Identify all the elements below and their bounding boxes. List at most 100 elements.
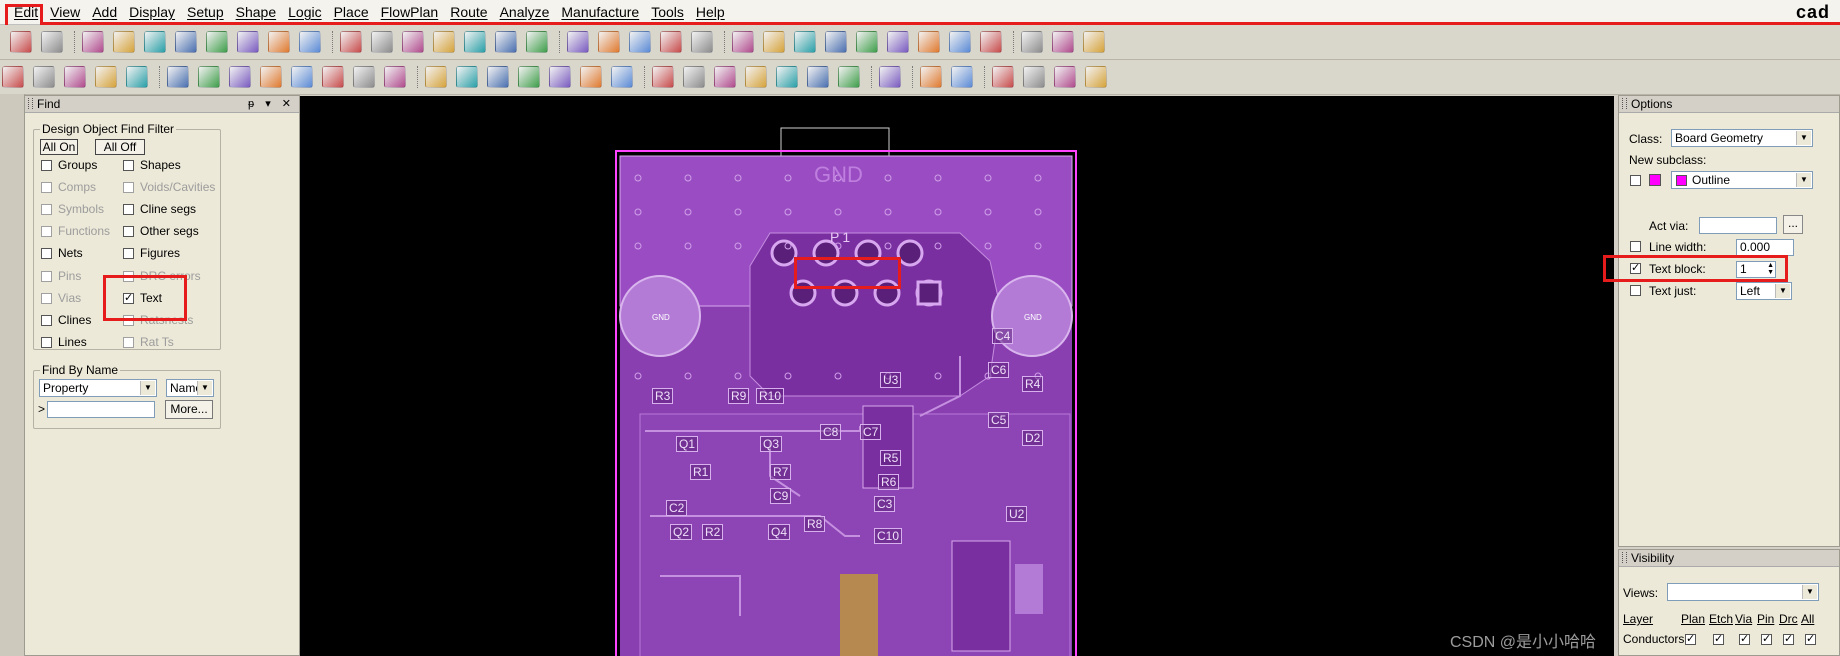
find-name-select[interactable]: Name ▼ (166, 379, 214, 397)
rect-icon[interactable] (549, 66, 571, 88)
help-icon[interactable] (951, 66, 973, 88)
component-q1[interactable]: Q1 (676, 436, 699, 452)
component-q3[interactable]: Q3 (760, 436, 783, 452)
component-r3[interactable]: R3 (652, 388, 674, 404)
text-block-spinner[interactable]: 1 ▲ ▼ (1736, 261, 1776, 278)
grid-icon[interactable] (268, 31, 290, 53)
component-icon[interactable] (260, 66, 282, 88)
filter-text-checkbox[interactable]: ✓ (123, 292, 134, 304)
panel-controls[interactable]: ᵽ ▾ ✕ (248, 96, 295, 112)
component-r5[interactable]: R5 (880, 450, 902, 466)
visibility-conductors-pin-checkbox[interactable]: ✓ (1761, 634, 1772, 645)
component-u2[interactable]: U2 (1006, 506, 1028, 522)
visibility-conductors-plan-checkbox[interactable]: ✓ (1685, 634, 1696, 645)
panel-grip[interactable] (1622, 552, 1627, 563)
menu-route[interactable]: Route (444, 4, 493, 20)
shape-icon[interactable] (33, 66, 55, 88)
copy-icon[interactable] (598, 31, 620, 53)
move-icon[interactable] (567, 31, 589, 53)
filter-shapes-checkbox[interactable] (123, 160, 134, 171)
save-icon[interactable] (1021, 31, 1043, 53)
filter-figures-checkbox[interactable] (123, 248, 134, 260)
component-c6[interactable]: C6 (988, 362, 1010, 378)
menu-analyze[interactable]: Analyze (494, 4, 556, 20)
shape-icon[interactable] (1023, 66, 1045, 88)
gear-icon[interactable] (464, 31, 486, 53)
info-icon[interactable] (371, 31, 393, 53)
component-c2[interactable]: C2 (666, 500, 688, 516)
rect-icon[interactable] (64, 66, 86, 88)
open-icon[interactable] (495, 31, 517, 53)
text-just-select[interactable]: Left ▼ (1736, 282, 1792, 300)
text-icon[interactable] (887, 31, 909, 53)
info-icon[interactable] (856, 31, 878, 53)
menu-add[interactable]: Add (86, 4, 123, 20)
component-c3[interactable]: C3 (874, 496, 896, 512)
outline-icon[interactable] (167, 66, 189, 88)
filter-other-segs-checkbox[interactable] (123, 226, 134, 238)
save-icon[interactable] (41, 31, 63, 53)
component-r7[interactable]: R7 (770, 464, 792, 480)
swap-icon[interactable] (322, 66, 344, 88)
panel-grip[interactable] (28, 98, 33, 109)
component-r4[interactable]: R4 (1022, 376, 1044, 392)
help-icon[interactable] (456, 66, 478, 88)
dimension-icon[interactable] (229, 66, 251, 88)
circle-icon[interactable] (95, 66, 117, 88)
open-icon[interactable] (980, 31, 1002, 53)
menu-display[interactable]: Display (123, 4, 181, 20)
pcb-board-view[interactable] (300, 96, 1614, 656)
drc-icon[interactable] (291, 66, 313, 88)
report-icon[interactable] (353, 66, 375, 88)
find-name-input[interactable] (47, 401, 155, 418)
panel-grip[interactable] (1622, 98, 1627, 109)
filter-clines-checkbox[interactable] (41, 314, 52, 326)
grid-icon[interactable] (763, 31, 785, 53)
component-c5[interactable]: C5 (988, 412, 1010, 428)
text-icon[interactable] (402, 31, 424, 53)
spinner-arrows-icon[interactable]: ▲ ▼ (1767, 262, 1774, 276)
swap-icon[interactable] (807, 66, 829, 88)
menu-edit[interactable]: Edit (8, 4, 44, 20)
menu-shape[interactable]: Shape (230, 4, 282, 20)
component-r8[interactable]: R8 (804, 516, 826, 532)
circle-icon[interactable] (1085, 66, 1107, 88)
menu-manufacture[interactable]: Manufacture (555, 4, 645, 20)
menu-flowplan[interactable]: FlowPlan (375, 4, 445, 20)
design-canvas[interactable]: GND P1 GND GND C4 U3 C6 R4 R3 R9 R10 C5 D2 Q1 Q3 C8… (300, 96, 1614, 656)
component-c8[interactable]: C8 (820, 424, 842, 440)
all-on-button[interactable]: All On (40, 139, 78, 155)
delete-icon[interactable] (629, 31, 651, 53)
measure-icon[interactable] (683, 66, 705, 88)
more-button[interactable]: More... (165, 400, 213, 419)
component-r2[interactable]: R2 (702, 524, 724, 540)
route-icon[interactable] (825, 31, 847, 53)
visibility-conductors-via-checkbox[interactable]: ✓ (1739, 634, 1750, 645)
filter-lines-checkbox[interactable] (41, 336, 52, 348)
component-icon[interactable] (745, 66, 767, 88)
redo-icon[interactable] (206, 31, 228, 53)
dimension-icon[interactable] (714, 66, 736, 88)
visibility-conductors-etch-checkbox[interactable]: ✓ (1713, 634, 1724, 645)
filter-nets-checkbox[interactable] (41, 248, 52, 260)
line-width-checkbox[interactable] (1630, 241, 1641, 252)
gear-icon[interactable] (949, 31, 971, 53)
shape-icon[interactable] (518, 66, 540, 88)
find-type-select[interactable]: Property ▼ (39, 379, 157, 397)
component-c7[interactable]: C7 (860, 424, 882, 440)
select-icon[interactable] (126, 66, 148, 88)
connector-ref-p1[interactable]: P1 (830, 229, 853, 245)
component-r1[interactable]: R1 (690, 464, 712, 480)
report-icon[interactable] (838, 66, 860, 88)
component-q2[interactable]: Q2 (670, 524, 693, 540)
drc-icon[interactable] (776, 66, 798, 88)
redo-icon[interactable] (691, 31, 713, 53)
component-r6[interactable]: R6 (878, 474, 900, 490)
menu-place[interactable]: Place (328, 4, 375, 20)
visibility-conductors-drc-checkbox[interactable]: ✓ (1783, 634, 1794, 645)
undo-icon[interactable] (660, 31, 682, 53)
component-r9[interactable]: R9 (728, 388, 750, 404)
component-u3[interactable]: U3 (880, 372, 902, 388)
artwork-icon[interactable] (384, 66, 406, 88)
rect-icon[interactable] (1054, 66, 1076, 88)
